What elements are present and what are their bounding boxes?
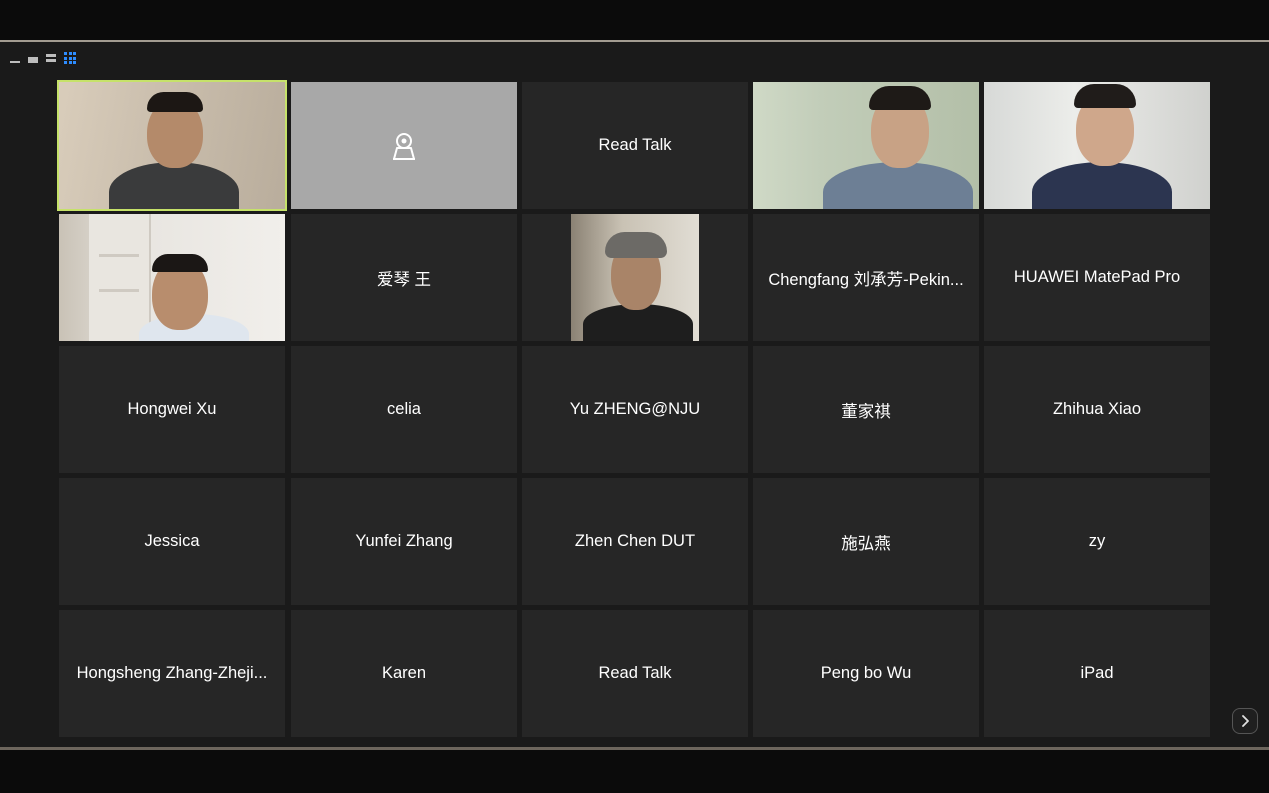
participant-tile-camera-off[interactable] bbox=[291, 82, 517, 209]
participant-name: Hongwei Xu bbox=[127, 400, 217, 418]
chevron-right-icon bbox=[1242, 715, 1249, 727]
participant-video bbox=[984, 82, 1210, 209]
participant-tile[interactable]: Yu ZHENG@NJU bbox=[522, 346, 748, 473]
participant-tile[interactable]: Read Talk bbox=[522, 610, 748, 737]
participant-video bbox=[59, 82, 285, 209]
participant-tile[interactable]: Jessica bbox=[59, 478, 285, 605]
participant-name: HUAWEI MatePad Pro bbox=[1013, 268, 1181, 286]
participant-name: Read Talk bbox=[598, 664, 672, 682]
participant-tile[interactable]: Hongsheng Zhang-Zheji... bbox=[59, 610, 285, 737]
participant-tile[interactable]: zy bbox=[984, 478, 1210, 605]
camera-off-icon bbox=[393, 132, 415, 160]
next-page-button[interactable] bbox=[1232, 708, 1258, 734]
participant-tile-video[interactable] bbox=[753, 82, 979, 209]
participant-tile-video[interactable] bbox=[522, 214, 748, 341]
participant-name: Hongsheng Zhang-Zheji... bbox=[76, 664, 268, 682]
participant-name: zy bbox=[1088, 532, 1106, 550]
participant-name: Zhihua Xiao bbox=[1052, 400, 1142, 418]
minimize-icon[interactable] bbox=[10, 61, 20, 63]
top-black-bar bbox=[0, 0, 1269, 40]
participant-tile[interactable]: Zhihua Xiao bbox=[984, 346, 1210, 473]
participant-name: 爱琴 王 bbox=[376, 270, 432, 289]
participant-name: Yunfei Zhang bbox=[355, 532, 453, 550]
participant-tile[interactable]: 施弘燕 bbox=[753, 478, 979, 605]
participant-tile-video[interactable] bbox=[57, 80, 287, 211]
participant-tile-video[interactable] bbox=[59, 214, 285, 341]
participant-name: 董家祺 bbox=[841, 402, 891, 421]
participant-tile[interactable]: Zhen Chen DUT bbox=[522, 478, 748, 605]
participant-tile[interactable]: 董家祺 bbox=[753, 346, 979, 473]
participant-name: Jessica bbox=[144, 532, 200, 550]
participant-video bbox=[753, 82, 979, 209]
participant-tile[interactable]: Chengfang 刘承芳-Pekin... bbox=[753, 214, 979, 341]
participant-video bbox=[571, 214, 699, 341]
participant-name: 施弘燕 bbox=[841, 534, 891, 553]
participant-name: Peng bo Wu bbox=[820, 664, 912, 682]
participant-name: celia bbox=[387, 400, 421, 418]
participant-name: Zhen Chen DUT bbox=[574, 532, 696, 550]
participant-name: Read Talk bbox=[598, 136, 672, 154]
view-switcher bbox=[10, 51, 76, 65]
bottom-black-bar bbox=[0, 750, 1269, 793]
speaker-view-icon[interactable] bbox=[28, 56, 38, 63]
participant-tile[interactable]: celia bbox=[291, 346, 517, 473]
participant-name: Chengfang 刘承芳-Pekin... bbox=[768, 270, 964, 289]
strip-view-icon[interactable] bbox=[46, 54, 56, 62]
participant-tile[interactable]: Hongwei Xu bbox=[59, 346, 285, 473]
participant-tile[interactable]: Peng bo Wu bbox=[753, 610, 979, 737]
participant-tile-video[interactable] bbox=[984, 82, 1210, 209]
participant-tile[interactable]: Karen bbox=[291, 610, 517, 737]
participant-video bbox=[59, 214, 285, 341]
participant-name: Karen bbox=[381, 664, 427, 682]
participant-tile[interactable]: HUAWEI MatePad Pro bbox=[984, 214, 1210, 341]
participant-name: Yu ZHENG@NJU bbox=[569, 400, 701, 418]
participant-name: iPad bbox=[1080, 664, 1114, 682]
participant-tile[interactable]: Read Talk bbox=[522, 82, 748, 209]
gallery-view-icon[interactable] bbox=[64, 52, 76, 64]
participant-tile[interactable]: 爱琴 王 bbox=[291, 214, 517, 341]
participant-tile[interactable]: Yunfei Zhang bbox=[291, 478, 517, 605]
participant-tile[interactable]: iPad bbox=[984, 610, 1210, 737]
